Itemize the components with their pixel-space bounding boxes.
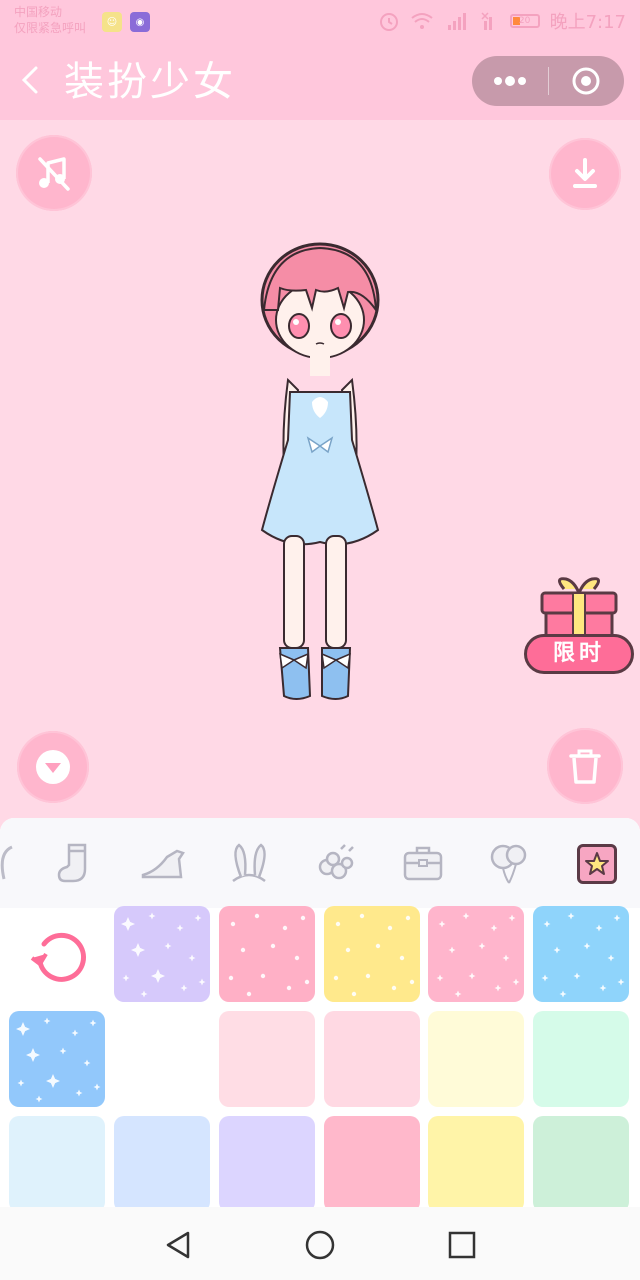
carrier-status: 仅限紧急呼叫 xyxy=(14,21,87,35)
category-shoes[interactable] xyxy=(138,838,188,888)
background-tile[interactable] xyxy=(533,1011,629,1107)
wifi-icon xyxy=(410,13,433,29)
app-notification-icon: ☺ xyxy=(102,12,122,32)
flower-accessory-icon xyxy=(318,844,354,880)
alarm-icon xyxy=(379,13,398,31)
system-status: 20 晚上7:17 xyxy=(378,8,626,34)
square-recents-icon xyxy=(448,1231,476,1259)
navigation-bar xyxy=(0,1207,640,1280)
carrier-name: 中国移动 xyxy=(14,5,63,19)
category-accessory[interactable] xyxy=(310,838,360,888)
chevron-left-icon xyxy=(21,66,38,94)
background-tile[interactable] xyxy=(9,1011,105,1107)
close-mini-program-button[interactable] xyxy=(549,56,625,106)
battery-icon: 20 xyxy=(509,14,540,28)
background-tile[interactable] xyxy=(114,1116,210,1208)
limited-gift-button[interactable]: 限时 xyxy=(524,575,636,681)
category-socks[interactable] xyxy=(50,838,100,888)
signal-icon xyxy=(447,13,466,30)
bunny-ears-icon xyxy=(232,843,266,883)
circle-home-icon xyxy=(305,1230,335,1260)
back-nav-button[interactable] xyxy=(158,1225,198,1265)
back-button[interactable] xyxy=(14,62,50,98)
background-tile[interactable] xyxy=(219,1116,315,1208)
more-dots-icon xyxy=(493,76,526,86)
limited-label: 限时 xyxy=(524,634,634,674)
socks-icon xyxy=(57,843,87,883)
clear-button[interactable] xyxy=(547,728,623,804)
gift-box-icon xyxy=(540,577,618,639)
pattern-icon xyxy=(333,913,415,997)
doll-character[interactable] xyxy=(250,240,390,710)
bag-icon xyxy=(403,846,443,881)
category-bag[interactable] xyxy=(398,838,448,888)
pattern-icon xyxy=(16,1017,101,1103)
category-background[interactable] xyxy=(577,844,617,884)
background-tile[interactable] xyxy=(324,906,420,1002)
chevron-down-icon xyxy=(36,750,70,784)
triangle-back-icon xyxy=(166,1231,190,1259)
background-tile[interactable] xyxy=(324,1116,420,1208)
background-tile[interactable] xyxy=(533,906,629,1002)
background-tile[interactable] xyxy=(533,1116,629,1208)
background-tile[interactable] xyxy=(428,1011,524,1107)
title-bar: 装扮少女 xyxy=(0,42,640,120)
download-icon xyxy=(573,158,597,188)
target-icon xyxy=(572,67,600,95)
recents-nav-button[interactable] xyxy=(442,1225,482,1265)
category-headwear[interactable] xyxy=(224,838,274,888)
background-tile[interactable] xyxy=(428,906,524,1002)
pattern-icon xyxy=(121,912,206,998)
category-hair[interactable] xyxy=(0,838,30,888)
background-tile[interactable] xyxy=(428,1116,524,1208)
undo-icon xyxy=(30,932,86,982)
trash-icon xyxy=(569,749,601,784)
music-off-icon xyxy=(38,157,70,191)
status-bar: 中国移动 仅限紧急呼叫 ☺ ◉ 20 晚上7:17 xyxy=(0,0,640,42)
home-nav-button[interactable] xyxy=(300,1225,340,1265)
pattern-icon xyxy=(541,912,625,998)
download-button[interactable] xyxy=(549,138,621,210)
category-bar xyxy=(0,818,640,908)
pattern-icon xyxy=(436,912,520,998)
background-tile[interactable] xyxy=(9,1116,105,1208)
pattern-icon xyxy=(228,913,310,997)
background-tile[interactable] xyxy=(219,906,315,1002)
background-tile[interactable] xyxy=(219,1011,315,1107)
reset-button[interactable] xyxy=(20,918,96,994)
more-button[interactable] xyxy=(472,56,548,106)
category-handheld[interactable] xyxy=(484,838,534,888)
mini-program-capsule xyxy=(472,56,624,106)
hair-icon xyxy=(0,845,13,880)
no-signal-icon xyxy=(481,12,492,30)
battery-level: 20 xyxy=(518,16,531,26)
shoes-icon xyxy=(141,849,185,879)
background-tile[interactable] xyxy=(114,906,210,1002)
page-title: 装扮少女 xyxy=(64,59,236,105)
background-tile[interactable] xyxy=(324,1011,420,1107)
app-notification-icon: ◉ xyxy=(130,12,150,32)
music-toggle-button[interactable] xyxy=(16,135,92,211)
collapse-panel-button[interactable] xyxy=(17,731,89,803)
doll-figure-icon xyxy=(260,242,380,700)
clock: 晚上7:17 xyxy=(549,12,626,33)
balloon-icon xyxy=(490,844,527,884)
background-icon xyxy=(585,852,609,875)
notification-icons: ☺ ◉ xyxy=(102,12,150,32)
wardrobe-panel xyxy=(0,818,640,1208)
background-tile[interactable] xyxy=(114,1011,210,1107)
carrier-info: 中国移动 仅限紧急呼叫 xyxy=(14,4,86,36)
